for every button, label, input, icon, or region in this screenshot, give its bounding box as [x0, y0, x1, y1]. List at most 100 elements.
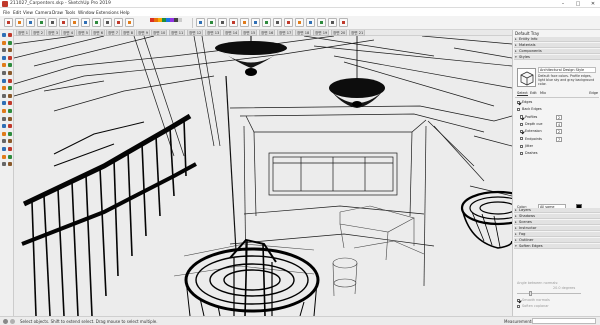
circle-icon[interactable] [70, 18, 79, 27]
tape-measure-icon[interactable] [37, 18, 46, 27]
edge-value-field[interactable]: 2 [556, 129, 562, 135]
edge-value-field[interactable]: 2 [556, 114, 562, 120]
panel-instructor[interactable]: Instructor [514, 226, 600, 231]
title-bar: 211027_Carpenters.skp - SketchUp Pro 201… [0, 0, 600, 8]
checkbox[interactable] [520, 151, 524, 156]
zoom-icon[interactable] [251, 18, 260, 27]
eraser-icon[interactable] [26, 18, 35, 27]
geo-location-icon[interactable] [3, 318, 8, 324]
position-camera-icon[interactable] [295, 18, 304, 27]
panel-components[interactable]: Components [514, 49, 600, 54]
style-description: Default face colors. Profile edges, ligh… [538, 74, 595, 86]
panel-outliner[interactable]: Outliner [514, 238, 600, 243]
style-name-field[interactable]: Architectural Design Style [538, 67, 596, 73]
warehouse-icon[interactable] [317, 18, 326, 27]
extension-warehouse-icon[interactable] [328, 18, 337, 27]
protractor-icon[interactable] [7, 100, 13, 106]
orbit-icon[interactable] [7, 116, 13, 122]
panel-materials[interactable]: Materials [514, 43, 600, 48]
walk-icon[interactable] [273, 18, 282, 27]
panel-soften-edges[interactable]: Soften Edges [514, 244, 600, 249]
menu-tools[interactable]: Tools [65, 10, 75, 15]
zoom-extents-icon[interactable] [262, 18, 271, 27]
menu-window[interactable]: Window [78, 10, 95, 15]
zoom-icon[interactable] [7, 123, 13, 129]
extension-icon[interactable] [7, 161, 13, 167]
checkbox[interactable] [517, 100, 521, 104]
checkbox[interactable] [520, 144, 524, 148]
panel-entity-info[interactable]: Entity Info [514, 37, 600, 42]
rotate-icon[interactable] [7, 78, 13, 84]
close-button[interactable]: ✕ [586, 0, 600, 8]
slider-handle[interactable] [529, 291, 533, 296]
line-icon[interactable] [7, 40, 13, 46]
menu-extensions[interactable]: Extensions [96, 10, 119, 15]
layout-icon[interactable] [339, 18, 348, 27]
arc-icon[interactable] [7, 62, 13, 68]
scale-icon[interactable] [196, 18, 205, 27]
text-icon[interactable] [218, 18, 227, 27]
menu-bar: File Edit View Camera Draw Tools Window … [0, 8, 600, 16]
checkbox-label: Jitter [525, 143, 534, 148]
arc-icon[interactable] [81, 18, 90, 27]
follow-me-icon[interactable] [207, 18, 216, 27]
paint-bucket-icon[interactable] [15, 18, 24, 27]
scale-icon[interactable] [7, 85, 13, 91]
soften-angle-slider[interactable] [517, 291, 581, 296]
tab-select[interactable]: Select [517, 91, 528, 96]
move-icon[interactable] [114, 18, 123, 27]
drawing-viewport[interactable] [14, 36, 512, 316]
color-palette [150, 18, 182, 22]
checkbox[interactable] [520, 115, 524, 119]
checkbox[interactable] [520, 137, 524, 141]
checkbox-label: Extension [525, 129, 542, 134]
panel-layers[interactable]: Layers [514, 208, 600, 213]
panel-scenes[interactable]: Scenes [514, 220, 600, 225]
maximize-button[interactable]: □ [571, 0, 585, 8]
measurements-box[interactable] [532, 318, 596, 324]
look-around-icon[interactable] [7, 146, 13, 152]
edge-value-field[interactable]: 7 [556, 136, 562, 142]
help-icon[interactable] [10, 318, 15, 324]
push-pull-icon[interactable] [92, 18, 101, 27]
angle-normals-label: Angle between normals: [517, 281, 559, 285]
tab-edit[interactable]: Edit [530, 91, 537, 95]
model-wireframe-view [14, 36, 512, 316]
panel-styles[interactable]: Styles [514, 55, 600, 60]
menu-draw[interactable]: Draw [52, 10, 63, 15]
checkbox[interactable] [520, 122, 524, 126]
eraser-icon[interactable] [7, 32, 13, 38]
circle-icon[interactable] [7, 55, 13, 61]
sandbox-icon[interactable] [7, 154, 13, 160]
checkbox[interactable] [517, 108, 521, 112]
checkbox-label: Edges [522, 100, 533, 104]
rotate-icon[interactable] [125, 18, 134, 27]
tab-mix[interactable]: Mix [540, 91, 546, 95]
section-plane-icon[interactable] [306, 18, 315, 27]
pan-icon[interactable] [240, 18, 249, 27]
move-icon[interactable] [7, 70, 13, 76]
rectangle-icon[interactable] [7, 47, 13, 53]
menu-view[interactable]: View [23, 10, 33, 15]
tape-measure-icon[interactable] [7, 93, 13, 99]
checkbox[interactable] [520, 129, 524, 134]
menu-help[interactable]: Help [120, 10, 130, 15]
axes-icon[interactable] [7, 108, 13, 114]
offset-icon[interactable] [103, 18, 112, 27]
position-camera-icon[interactable] [7, 138, 13, 144]
zoom-extents-icon[interactable] [7, 131, 13, 137]
line-icon[interactable] [59, 18, 68, 27]
look-around-icon[interactable] [284, 18, 293, 27]
panel-fog[interactable]: Fog [514, 232, 600, 237]
edge-settings-label: Edge [589, 91, 598, 95]
menu-file[interactable]: File [3, 10, 10, 15]
measurements-label: Measurements [504, 319, 534, 324]
panel-shadows[interactable]: Shadows [514, 214, 600, 219]
orbit-icon[interactable] [229, 18, 238, 27]
menu-camera[interactable]: Camera [35, 10, 51, 15]
edge-value-field[interactable]: 4 [556, 121, 562, 127]
menu-edit[interactable]: Edit [13, 10, 21, 15]
rectangle-icon[interactable] [48, 18, 57, 27]
minimize-button[interactable]: – [556, 0, 570, 8]
select-icon[interactable] [4, 18, 13, 27]
